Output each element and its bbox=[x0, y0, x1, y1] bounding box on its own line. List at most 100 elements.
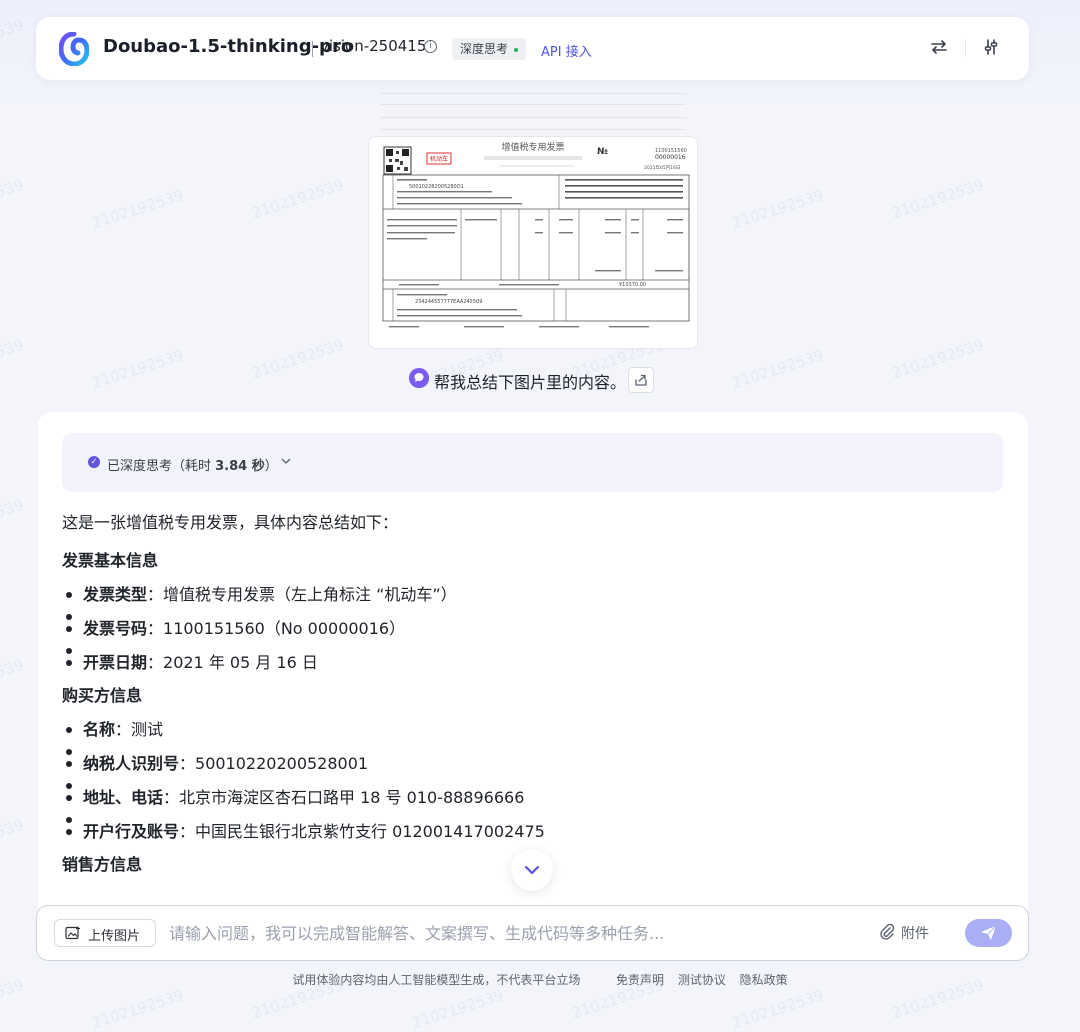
disclaimer-link[interactable]: 免责声明 bbox=[616, 973, 664, 987]
deep-think-badge[interactable]: 深度思考 bbox=[452, 38, 527, 60]
list-item: 开户行及账号：中国民生银行北京紫竹支行 012001417002475 bbox=[62, 821, 1002, 843]
user-avatar-icon bbox=[409, 368, 429, 388]
item-value: ：2021 年 05 月 16 日 bbox=[147, 653, 318, 672]
invoice-drawing: 机动车 增值税专用发票 № 1100151560 00000016 2021年0… bbox=[369, 137, 697, 348]
answer-intro: 这是一张增值税专用发票，具体内容总结如下： bbox=[62, 513, 399, 532]
top-header: Doubao-1.5-thinking-pro vision-250415 i … bbox=[36, 17, 1029, 80]
thinking-time: 3.84 秒 bbox=[215, 459, 265, 474]
watermark-text: 2102192539 bbox=[729, 985, 826, 1032]
section-list: 发票类型：增值税专用发票（左上角标注 “机动车”） 发票号码：110015156… bbox=[62, 584, 1002, 674]
item-key: 发票号码 bbox=[83, 619, 148, 638]
thinking-suffix: ） bbox=[264, 459, 278, 474]
watermark-text: 2102192539 bbox=[249, 335, 346, 383]
section-title: 购买方信息 bbox=[62, 686, 143, 705]
attachment-button[interactable]: 附件 bbox=[879, 923, 929, 943]
list-item: 开票日期：2021 年 05 月 16 日 bbox=[62, 652, 1002, 674]
info-icon[interactable]: i bbox=[424, 40, 437, 53]
terms-link[interactable]: 测试协议 bbox=[678, 973, 726, 987]
watermark-text: 2102192539 bbox=[409, 985, 506, 1032]
chat-input-bar: 上传图片 附件 bbox=[36, 905, 1029, 961]
list-item: 纳税人识别号：50010220200528001 bbox=[62, 753, 1002, 775]
switch-arrows-icon[interactable] bbox=[929, 37, 949, 57]
watermark-text: 2102192539 bbox=[0, 335, 26, 383]
divider-line bbox=[380, 129, 686, 130]
share-button[interactable] bbox=[628, 367, 654, 393]
item-value: ：测试 bbox=[115, 720, 164, 739]
model-version: vision-250415 bbox=[320, 37, 427, 55]
thinking-panel[interactable]: ✓ 已深度思考（耗时 3.84 秒） bbox=[62, 433, 1003, 492]
divider-line bbox=[380, 93, 686, 94]
paperclip-icon bbox=[880, 923, 895, 940]
motor-tag: 机动车 bbox=[430, 155, 448, 163]
divider-line bbox=[380, 117, 686, 118]
model-name: Doubao-1.5-thinking-pro bbox=[103, 36, 354, 57]
item-key: 发票类型 bbox=[83, 585, 148, 604]
invoice-no-label: № bbox=[597, 147, 608, 157]
watermark-text: 2102192539 bbox=[0, 655, 26, 703]
seller-tax-id: 234244557777EAA245509 bbox=[415, 299, 482, 305]
watermark-text: 2102192539 bbox=[889, 335, 986, 383]
invoice-title: 增值税专用发票 bbox=[501, 141, 564, 153]
list-item: 发票号码：1100151560（No 00000016） bbox=[62, 618, 1002, 640]
scroll-down-button[interactable] bbox=[511, 849, 553, 891]
invoice-date: 2021年05月16日 bbox=[644, 164, 680, 171]
item-key: 地址、电话 bbox=[83, 788, 164, 807]
watermark-text: 2102192539 bbox=[0, 175, 26, 223]
check-circle-icon: ✓ bbox=[88, 456, 100, 468]
footer-disclaimer: 试用体验内容均由人工智能模型生成，不代表平台立场 bbox=[292, 973, 581, 987]
qr-code-icon bbox=[383, 146, 412, 175]
answer-card: ✓ 已深度思考（耗时 3.84 秒） 这是一张增值税专用发票，具体内容总结如下：… bbox=[38, 412, 1028, 912]
chevron-down-icon bbox=[524, 865, 540, 875]
share-icon bbox=[635, 374, 647, 386]
item-value: ：中国民生银行北京紫竹支行 012001417002475 bbox=[179, 822, 545, 841]
item-key: 名称 bbox=[83, 720, 116, 739]
footer: 试用体验内容均由人工智能模型生成，不代表平台立场 免责声明 测试协议 隐私政策 bbox=[0, 971, 1080, 988]
total-tax: ¥10370.00 bbox=[619, 282, 646, 288]
watermark-text: 2102192539 bbox=[249, 175, 346, 223]
list-item: 发票类型：增值税专用发票（左上角标注 “机动车”） bbox=[62, 584, 1002, 606]
watermark-text: 2102192539 bbox=[0, 815, 26, 863]
list-item: 名称：测试 bbox=[62, 719, 1002, 741]
divider-line bbox=[380, 104, 686, 105]
item-value: ：50010220200528001 bbox=[179, 754, 369, 773]
privacy-link[interactable]: 隐私政策 bbox=[740, 973, 788, 987]
attachment-label: 附件 bbox=[901, 926, 929, 942]
thinking-label: 已深度思考（耗时 bbox=[107, 459, 216, 474]
image-upload-icon bbox=[65, 926, 80, 940]
chat-input[interactable] bbox=[167, 920, 871, 946]
watermark-text: 2102192539 bbox=[89, 345, 186, 393]
chevron-down-icon[interactable] bbox=[280, 455, 292, 467]
list-item: 地址、电话：北京市海淀区杏石口路甲 18 号 010-88896666 bbox=[62, 787, 1002, 809]
send-button[interactable] bbox=[965, 919, 1012, 947]
settings-sliders-icon[interactable] bbox=[981, 37, 1001, 57]
item-key: 开票日期 bbox=[83, 653, 148, 672]
header-divider bbox=[965, 39, 966, 57]
watermark-text: 2102192539 bbox=[89, 985, 186, 1032]
api-access-link[interactable]: API 接入 bbox=[541, 41, 592, 60]
thinking-status: 已深度思考（耗时 3.84 秒） bbox=[107, 455, 278, 474]
section-title: 发票基本信息 bbox=[62, 551, 159, 570]
item-value: ：1100151560（No 00000016） bbox=[147, 619, 406, 638]
section-list: 名称：测试 纳税人识别号：50010220200528001 地址、电话：北京市… bbox=[62, 719, 1002, 843]
question-text: 帮我总结下图片里的内容。 bbox=[434, 373, 627, 392]
title-separator bbox=[312, 41, 313, 57]
item-key: 纳税人识别号 bbox=[83, 754, 180, 773]
item-value: ：北京市海淀区杏石口路甲 18 号 010-88896666 bbox=[163, 788, 525, 807]
watermark-text: 2102192539 bbox=[729, 345, 826, 393]
invoice-number: 00000016 bbox=[655, 154, 686, 161]
buyer-tax-id: 500102282005280O1 bbox=[409, 184, 464, 190]
watermark-text: 2102192539 bbox=[89, 185, 186, 233]
watermark-text: 2102192539 bbox=[889, 175, 986, 223]
item-value: ：增值税专用发票（左上角标注 “机动车”） bbox=[147, 585, 457, 604]
upload-image-label: 上传图片 bbox=[88, 929, 141, 944]
status-dot-icon bbox=[514, 47, 519, 52]
deep-think-label: 深度思考 bbox=[460, 42, 509, 56]
upload-image-button[interactable]: 上传图片 bbox=[54, 919, 156, 947]
item-key: 开户行及账号 bbox=[83, 822, 180, 841]
answer-content: 这是一张增值税专用发票，具体内容总结如下： 发票基本信息 发票类型：增值税专用发… bbox=[62, 512, 1002, 876]
doubao-logo-icon bbox=[59, 32, 89, 66]
watermark-text: 2102192539 bbox=[0, 495, 26, 543]
send-icon bbox=[981, 925, 997, 940]
uploaded-invoice-image[interactable]: 机动车 增值税专用发票 № 1100151560 00000016 2021年0… bbox=[368, 136, 698, 349]
watermark-text: 2102192539 bbox=[729, 185, 826, 233]
